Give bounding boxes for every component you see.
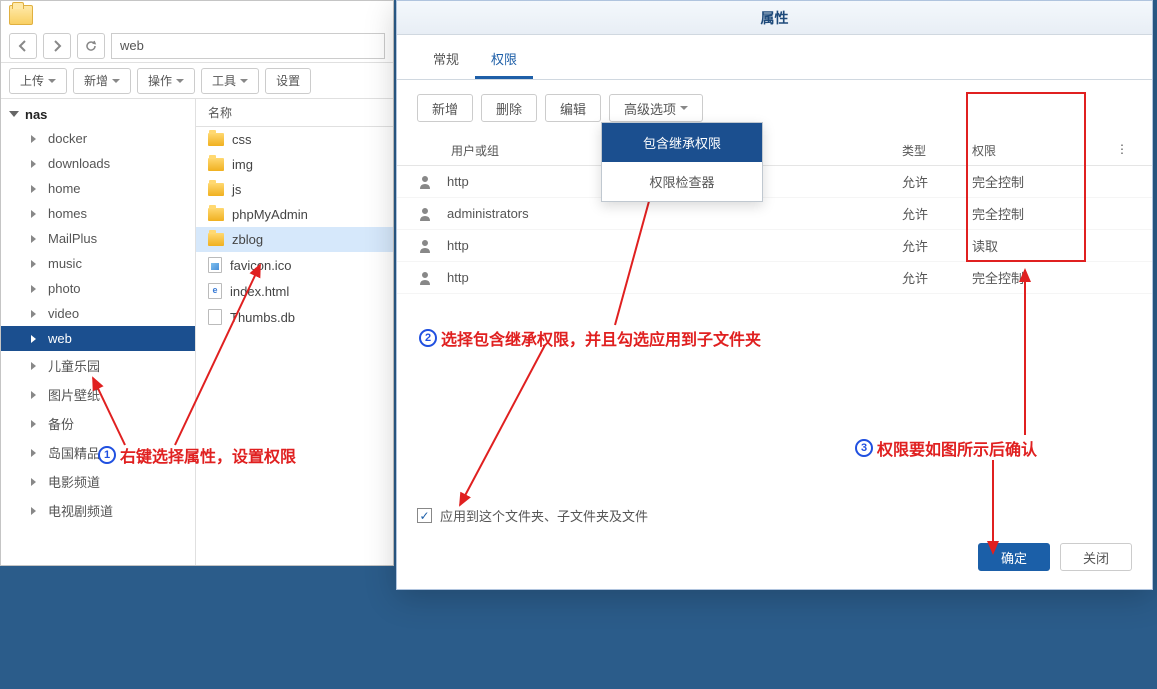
fm-navigation (1, 29, 393, 63)
tree-item[interactable]: homes (1, 201, 195, 226)
tree-item[interactable]: 图片壁纸 (1, 380, 195, 409)
settings-button[interactable]: 设置 (265, 68, 311, 94)
tree-item[interactable]: video (1, 301, 195, 326)
forward-button[interactable] (43, 33, 71, 59)
file-manager-window: 上传 新增 操作 工具 设置 nas dockerdownloadshomeho… (0, 0, 394, 566)
chevron-right-icon (51, 40, 63, 52)
back-button[interactable] (9, 33, 37, 59)
col-menu-icon[interactable]: ⋮ (1112, 142, 1132, 159)
perm-edit-button[interactable]: 编辑 (545, 94, 601, 122)
tree-root[interactable]: nas (1, 103, 195, 126)
col-type: 类型 (902, 142, 972, 159)
file-list-item[interactable]: js (196, 177, 393, 202)
file-list-item[interactable]: favicon.ico (196, 252, 393, 278)
tab-permissions[interactable]: 权限 (475, 41, 533, 79)
col-perm: 权限 (972, 142, 1112, 159)
tree-item[interactable]: 电视剧频道 (1, 496, 195, 525)
tools-button[interactable]: 工具 (201, 68, 259, 94)
file-list-header: 名称 (196, 99, 393, 127)
file-list-item[interactable]: css (196, 127, 393, 152)
permission-row[interactable]: http允许完全控制 (397, 262, 1152, 294)
file-list[interactable]: 名称 cssimgjsphpMyAdminzblogfavicon.icoind… (196, 99, 393, 565)
tree-item[interactable]: photo (1, 276, 195, 301)
apply-checkbox[interactable]: ✓ (417, 508, 432, 523)
new-button[interactable]: 新增 (73, 68, 131, 94)
permission-row[interactable]: http允许完全控制 (397, 166, 1152, 198)
dropdown-checker[interactable]: 权限检查器 (602, 162, 762, 201)
tree-item[interactable]: 电影频道 (1, 467, 195, 496)
apply-to-subfolders-row[interactable]: ✓ 应用到这个文件夹、子文件夹及文件 (417, 506, 648, 525)
close-button[interactable]: 关闭 (1060, 543, 1132, 571)
chevron-left-icon (17, 40, 29, 52)
refresh-button[interactable] (77, 33, 105, 59)
permission-row[interactable]: http允许读取 (397, 230, 1152, 262)
fm-titlebar (1, 1, 393, 29)
dialog-title: 属性 (397, 1, 1152, 35)
tree-item[interactable]: music (1, 251, 195, 276)
upload-button[interactable]: 上传 (9, 68, 67, 94)
refresh-icon (85, 40, 97, 52)
perm-toolbar: 新增 删除 编辑 高级选项 包含继承权限 权限检查器 (397, 80, 1152, 136)
perm-advanced-button[interactable]: 高级选项 (609, 94, 703, 122)
folder-tree[interactable]: nas dockerdownloadshomehomesMailPlusmusi… (1, 99, 196, 565)
tree-item[interactable]: home (1, 176, 195, 201)
file-list-item[interactable]: index.html (196, 278, 393, 304)
perm-new-button[interactable]: 新增 (417, 94, 473, 122)
file-list-item[interactable]: img (196, 152, 393, 177)
advanced-dropdown: 包含继承权限 权限检查器 (601, 122, 763, 202)
folder-app-icon (9, 5, 33, 25)
perm-delete-button[interactable]: 删除 (481, 94, 537, 122)
tree-item[interactable]: 备份 (1, 409, 195, 438)
dropdown-inherit[interactable]: 包含继承权限 (602, 123, 762, 162)
file-list-item[interactable]: phpMyAdmin (196, 202, 393, 227)
path-input[interactable] (111, 33, 385, 59)
tree-item[interactable]: downloads (1, 151, 195, 176)
dialog-footer: 确定 关闭 (978, 543, 1132, 571)
tree-item[interactable]: 儿童乐园 (1, 351, 195, 380)
tree-item[interactable]: MailPlus (1, 226, 195, 251)
permission-row[interactable]: administrators允许完全控制 (397, 198, 1152, 230)
apply-label: 应用到这个文件夹、子文件夹及文件 (440, 506, 648, 525)
tree-item[interactable]: docker (1, 126, 195, 151)
perm-table-header: 用户或组 类型 权限 ⋮ (397, 136, 1152, 166)
tree-item[interactable]: web (1, 326, 195, 351)
ok-button[interactable]: 确定 (978, 543, 1050, 571)
fm-toolbar: 上传 新增 操作 工具 设置 (1, 63, 393, 99)
properties-dialog: 属性 常规 权限 新增 删除 编辑 高级选项 包含继承权限 权限检查器 用户或组… (396, 0, 1153, 590)
tabs-bar: 常规 权限 (397, 41, 1152, 80)
tab-general[interactable]: 常规 (417, 41, 475, 79)
file-list-item[interactable]: Thumbs.db (196, 304, 393, 330)
file-list-item[interactable]: zblog (196, 227, 393, 252)
tree-item[interactable]: 岛国精品 (1, 438, 195, 467)
action-button[interactable]: 操作 (137, 68, 195, 94)
